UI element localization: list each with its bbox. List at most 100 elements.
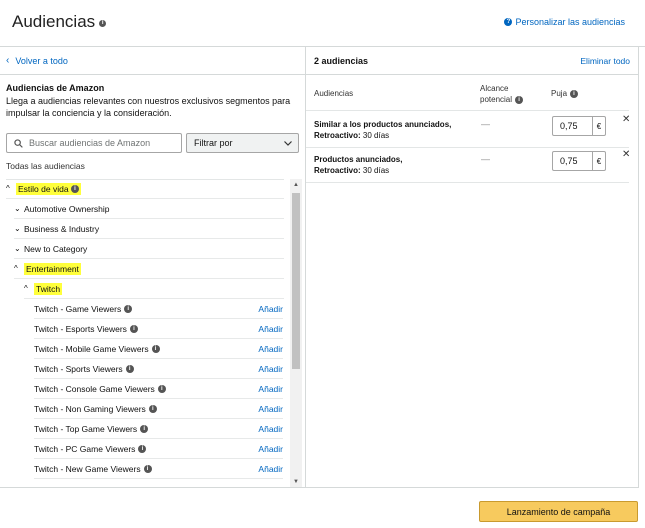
bid-value[interactable]: 0,75 xyxy=(553,117,592,135)
help-icon: ? xyxy=(504,18,513,26)
audience-name: Twitch - Console Game Viewers xyxy=(34,383,155,394)
reach-header-line2: potencial xyxy=(480,95,513,104)
audience-tree: ^ Estilo de vida i ⌄ Automotive Ownershi… xyxy=(0,179,290,487)
info-icon[interactable]: i xyxy=(157,384,166,393)
chevron-left-icon: ‹ xyxy=(6,55,10,66)
close-icon[interactable]: ✕ xyxy=(622,149,630,160)
lookback-label: Retroactivo: xyxy=(314,166,361,175)
add-audience-link[interactable]: Añadir xyxy=(258,464,283,474)
lookback-value: 30 días xyxy=(362,131,390,140)
page-title-text: Audiencias xyxy=(12,12,96,31)
audience-search-input[interactable]: Buscar audiencias de Amazon xyxy=(6,133,182,153)
selected-audiences-header: 2 audiencias Eliminar todo xyxy=(306,47,638,75)
tree-item-entertainment[interactable]: ^ Entertainment xyxy=(14,259,284,279)
info-icon[interactable]: i xyxy=(125,364,134,373)
bid-value[interactable]: 0,75 xyxy=(553,152,592,170)
tree-item-new-category[interactable]: ⌄ New to Category xyxy=(14,239,284,259)
info-icon[interactable]: i xyxy=(515,95,524,104)
add-audience-link[interactable]: Añadir xyxy=(258,384,283,394)
add-audience-link[interactable]: Añadir xyxy=(258,424,283,434)
divider xyxy=(306,110,629,111)
chevron-down-icon: ⌄ xyxy=(14,204,21,213)
add-audience-link[interactable]: Añadir xyxy=(258,404,283,414)
audience-name: Twitch - New Game Viewers xyxy=(34,463,141,474)
audience-name: Similar a los productos anunciados, Retr… xyxy=(314,119,451,141)
info-icon[interactable]: i xyxy=(70,185,79,194)
page-header: Audiencias i ? Personalizar las audienci… xyxy=(0,0,645,47)
customize-audiences-label: Personalizar las audiencias xyxy=(515,17,625,27)
audience-name: Productos anunciados, Retroactivo: 30 dí… xyxy=(314,154,402,176)
audience-name: Twitch - Mobile Game Viewers xyxy=(34,343,149,354)
footer: Lanzamiento de campaña xyxy=(0,489,645,528)
selected-audiences-panel: 2 audiencias Eliminar todo Audiencias Al… xyxy=(306,47,639,488)
info-icon[interactable]: i xyxy=(151,344,160,353)
add-audience-link[interactable]: Añadir xyxy=(258,364,283,374)
column-header-audiences: Audiencias xyxy=(314,89,354,98)
filter-label: Filtrar por xyxy=(194,138,233,148)
tree-item-automotive[interactable]: ⌄ Automotive Ownership xyxy=(14,199,284,219)
chevron-down-icon xyxy=(284,140,292,146)
column-header-bid: Puja i xyxy=(551,88,579,99)
audience-title: Similar a los productos anunciados, xyxy=(314,120,452,129)
filter-dropdown[interactable]: Filtrar por xyxy=(186,133,299,153)
currency-label: € xyxy=(592,117,605,135)
chevron-up-icon: ^ xyxy=(6,184,10,193)
info-icon[interactable]: i xyxy=(148,404,157,413)
remove-all-link[interactable]: Eliminar todo xyxy=(580,56,630,66)
info-icon[interactable]: i xyxy=(140,424,149,433)
page-title: Audiencias i xyxy=(12,12,107,32)
audience-title: Productos anunciados, xyxy=(314,155,403,164)
info-icon[interactable]: i xyxy=(138,444,147,453)
info-icon[interactable]: i xyxy=(570,89,579,98)
add-audience-link[interactable]: Añadir xyxy=(258,444,283,454)
customize-audiences-link[interactable]: ? Personalizar las audiencias xyxy=(504,17,625,27)
add-audience-link[interactable]: Añadir xyxy=(258,304,283,314)
add-audience-link[interactable]: Añadir xyxy=(258,344,283,354)
scroll-up-icon[interactable]: ▲ xyxy=(290,179,302,191)
amazon-audiences-title: Audiencias de Amazon xyxy=(6,83,105,93)
audience-name: Twitch - Esports Viewers xyxy=(34,323,127,334)
tree-item-label: New to Category xyxy=(24,243,88,254)
chevron-up-icon: ^ xyxy=(24,284,28,293)
chevron-up-icon: ^ xyxy=(14,264,18,273)
info-icon[interactable]: i xyxy=(124,304,133,313)
tree-item-label: Entertainment xyxy=(24,262,81,275)
info-icon[interactable]: i xyxy=(99,19,107,27)
chevron-down-icon: ⌄ xyxy=(14,224,21,233)
list-item: Twitch - Sports Viewers i Añadir xyxy=(34,359,283,379)
list-item: Twitch - Game Viewers i Añadir xyxy=(34,299,283,319)
tree-scrollbar[interactable]: ▲ ▼ xyxy=(290,179,302,487)
scroll-down-icon[interactable]: ▼ xyxy=(290,476,302,487)
currency-label: € xyxy=(592,152,605,170)
list-item: Twitch - Non Gaming Viewers i Añadir xyxy=(34,399,283,419)
potential-reach: — xyxy=(481,154,490,164)
list-item: Twitch - PC Game Viewers i Añadir xyxy=(34,439,283,459)
search-placeholder: Buscar audiencias de Amazon xyxy=(29,138,151,148)
audience-name: Twitch - PC Game Viewers xyxy=(34,443,136,454)
potential-reach: — xyxy=(481,119,490,129)
tree-item-twitch[interactable]: ^ Twitch xyxy=(24,279,284,299)
back-to-all-link[interactable]: ‹ Volver a todo xyxy=(0,47,305,75)
tree-item-label: Business & Industry xyxy=(24,223,100,234)
bid-input[interactable]: 0,75 € xyxy=(552,116,606,136)
audience-name: Twitch - Top Game Viewers xyxy=(34,423,138,434)
bid-input[interactable]: 0,75 € xyxy=(552,151,606,171)
info-icon[interactable]: i xyxy=(129,324,138,333)
close-icon[interactable]: ✕ xyxy=(622,114,630,125)
scroll-thumb[interactable] xyxy=(292,193,300,369)
lookback-label: Retroactivo: xyxy=(314,131,361,140)
tree-category-lifestyle[interactable]: ^ Estilo de vida i xyxy=(6,179,284,199)
column-header-reach: Alcance potencial i xyxy=(480,83,524,105)
launch-campaign-button[interactable]: Lanzamiento de campaña xyxy=(479,501,638,522)
category-text: Estilo de vida xyxy=(18,183,69,194)
tree-item-business[interactable]: ⌄ Business & Industry xyxy=(14,219,284,239)
audience-name: Twitch - Non Gaming Viewers xyxy=(34,403,146,414)
list-item: Twitch - Mobile Game Viewers i Añadir xyxy=(34,339,283,359)
table-row: Productos anunciados, Retroactivo: 30 dí… xyxy=(306,148,630,183)
search-icon xyxy=(14,138,23,148)
info-icon[interactable]: i xyxy=(143,464,152,473)
lookback-value: 30 días xyxy=(362,166,390,175)
add-audience-link[interactable]: Añadir xyxy=(258,324,283,334)
tree-item-label: Automotive Ownership xyxy=(24,203,110,214)
list-item: Twitch - Top Game Viewers i Añadir xyxy=(34,419,283,439)
